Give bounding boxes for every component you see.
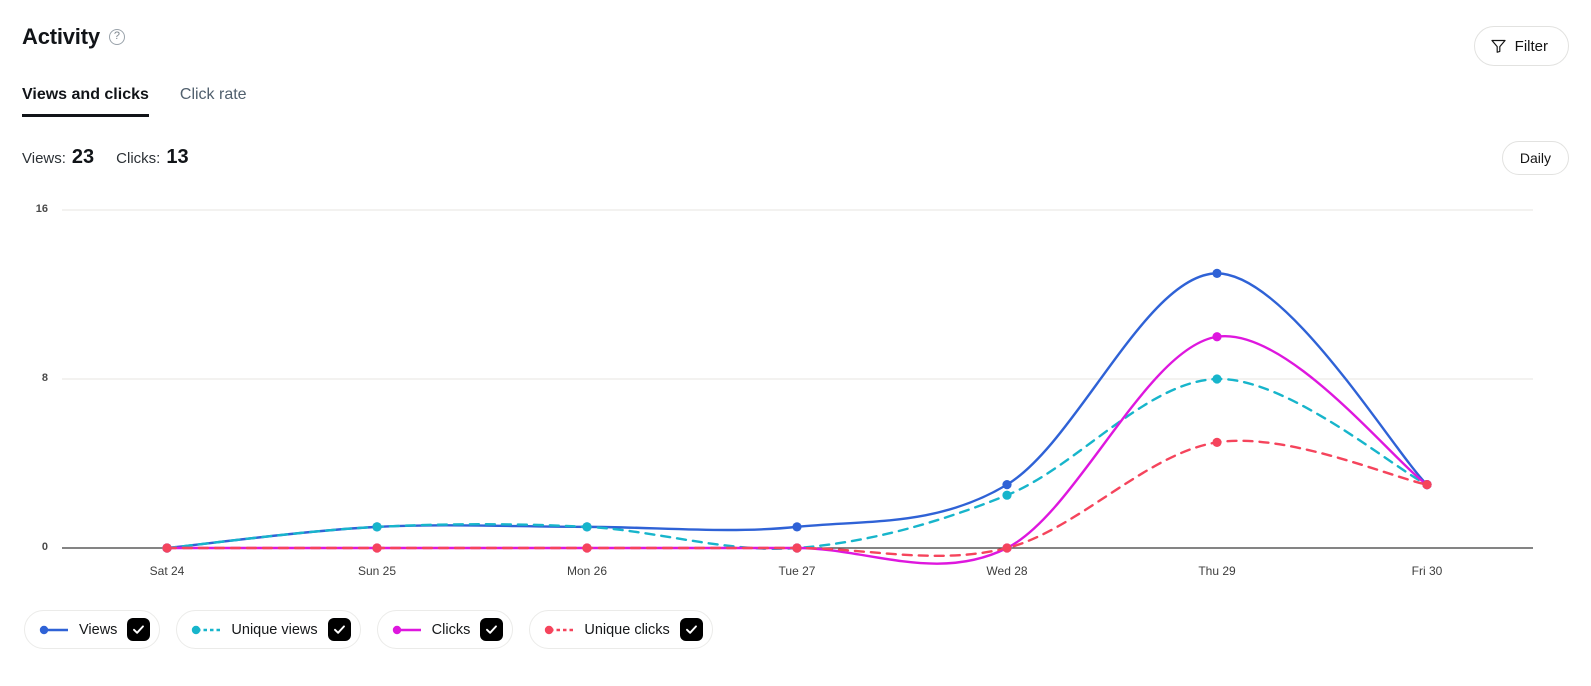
legend-marker-icon [392,625,421,634]
funnel-icon [1491,39,1506,53]
legend-item-label: Views [79,621,118,638]
chart-legend: Views Unique views Clicks Unique clicks [24,610,713,649]
summary-row: Views: 23 Clicks: 13 [22,146,189,169]
x-axis-tick-label: Sat 24 [149,564,185,578]
summary-views-value: 23 [71,146,95,168]
data-point [372,522,382,532]
check-icon [486,625,498,634]
data-point [1002,490,1012,500]
x-axis-tick-label: Wed 28 [986,564,1028,578]
help-circle-icon[interactable]: ? [108,29,125,45]
tab-bar: Views and clicks Click rate [22,86,247,117]
x-axis-tick-label: Sun 25 [357,564,397,578]
legend-marker-icon [39,625,68,634]
data-point [582,522,592,532]
activity-panel: Activity ? Filter Views and clicks Click… [0,0,1591,686]
y-axis-tick-label: 16 [35,203,48,215]
legend-marker-icon [192,625,221,634]
legend-checkbox[interactable] [480,618,504,641]
data-point [792,543,802,553]
summary-views: Views: 23 [22,146,94,169]
y-axis-tick-label: 0 [41,541,48,553]
data-point [372,543,382,553]
data-point [162,543,172,553]
legend-checkbox[interactable] [327,618,351,641]
summary-clicks-value: 13 [166,146,189,168]
legend-checkbox[interactable] [127,618,151,641]
legend-checkbox[interactable] [679,618,703,641]
page-title: Activity [22,24,100,49]
x-axis-tick-label: Fri 30 [1411,564,1443,578]
data-point [1002,480,1012,490]
legend-item-unique-views[interactable]: Unique views [176,610,361,649]
summary-clicks: Clicks: 13 [116,146,188,169]
summary-clicks-label: Clicks: [116,150,161,167]
data-point [582,543,592,553]
legend-item-views[interactable]: Views [24,610,161,649]
check-icon [685,625,697,634]
data-point [1212,374,1222,384]
legend-item-unique-clicks[interactable]: Unique clicks [529,610,713,649]
legend-marker-icon [545,625,574,634]
x-axis-tick-label: Thu 29 [1198,564,1236,578]
activity-chart: 0 8 16 Sat 24 Sun 25 Mon 26 Tue 27 Wed 28 Thu 2… [0,190,1591,590]
filter-button-label: Filter [1514,37,1548,55]
chart-canvas [62,209,1533,565]
summary-views-label: Views: [22,150,66,167]
y-axis-tick-label: 8 [41,372,48,384]
legend-item-label: Unique views [231,621,318,638]
x-axis-tick-label: Mon 26 [566,564,608,578]
title-group: Activity ? [22,24,125,50]
data-point [1422,480,1432,490]
data-point [1212,437,1222,447]
granularity-button[interactable]: Daily [1501,141,1569,175]
x-axis-tick-label: Tue 27 [778,564,816,578]
check-icon [333,625,345,634]
legend-item-label: Clicks [431,621,471,638]
tab-views-and-clicks[interactable]: Views and clicks [22,86,149,117]
data-point [1002,543,1012,553]
data-point [792,522,802,532]
data-point [1212,332,1222,342]
check-icon [133,625,145,634]
filter-button[interactable]: Filter [1473,26,1569,66]
granularity-label: Daily [1519,150,1551,166]
legend-item-clicks[interactable]: Clicks [376,610,514,649]
series-line [165,272,1429,550]
legend-item-label: Unique clicks [584,621,670,638]
header: Activity ? Filter [0,0,1591,78]
tab-click-rate[interactable]: Click rate [180,86,247,117]
series-line [165,439,1429,558]
data-point [1212,268,1222,278]
